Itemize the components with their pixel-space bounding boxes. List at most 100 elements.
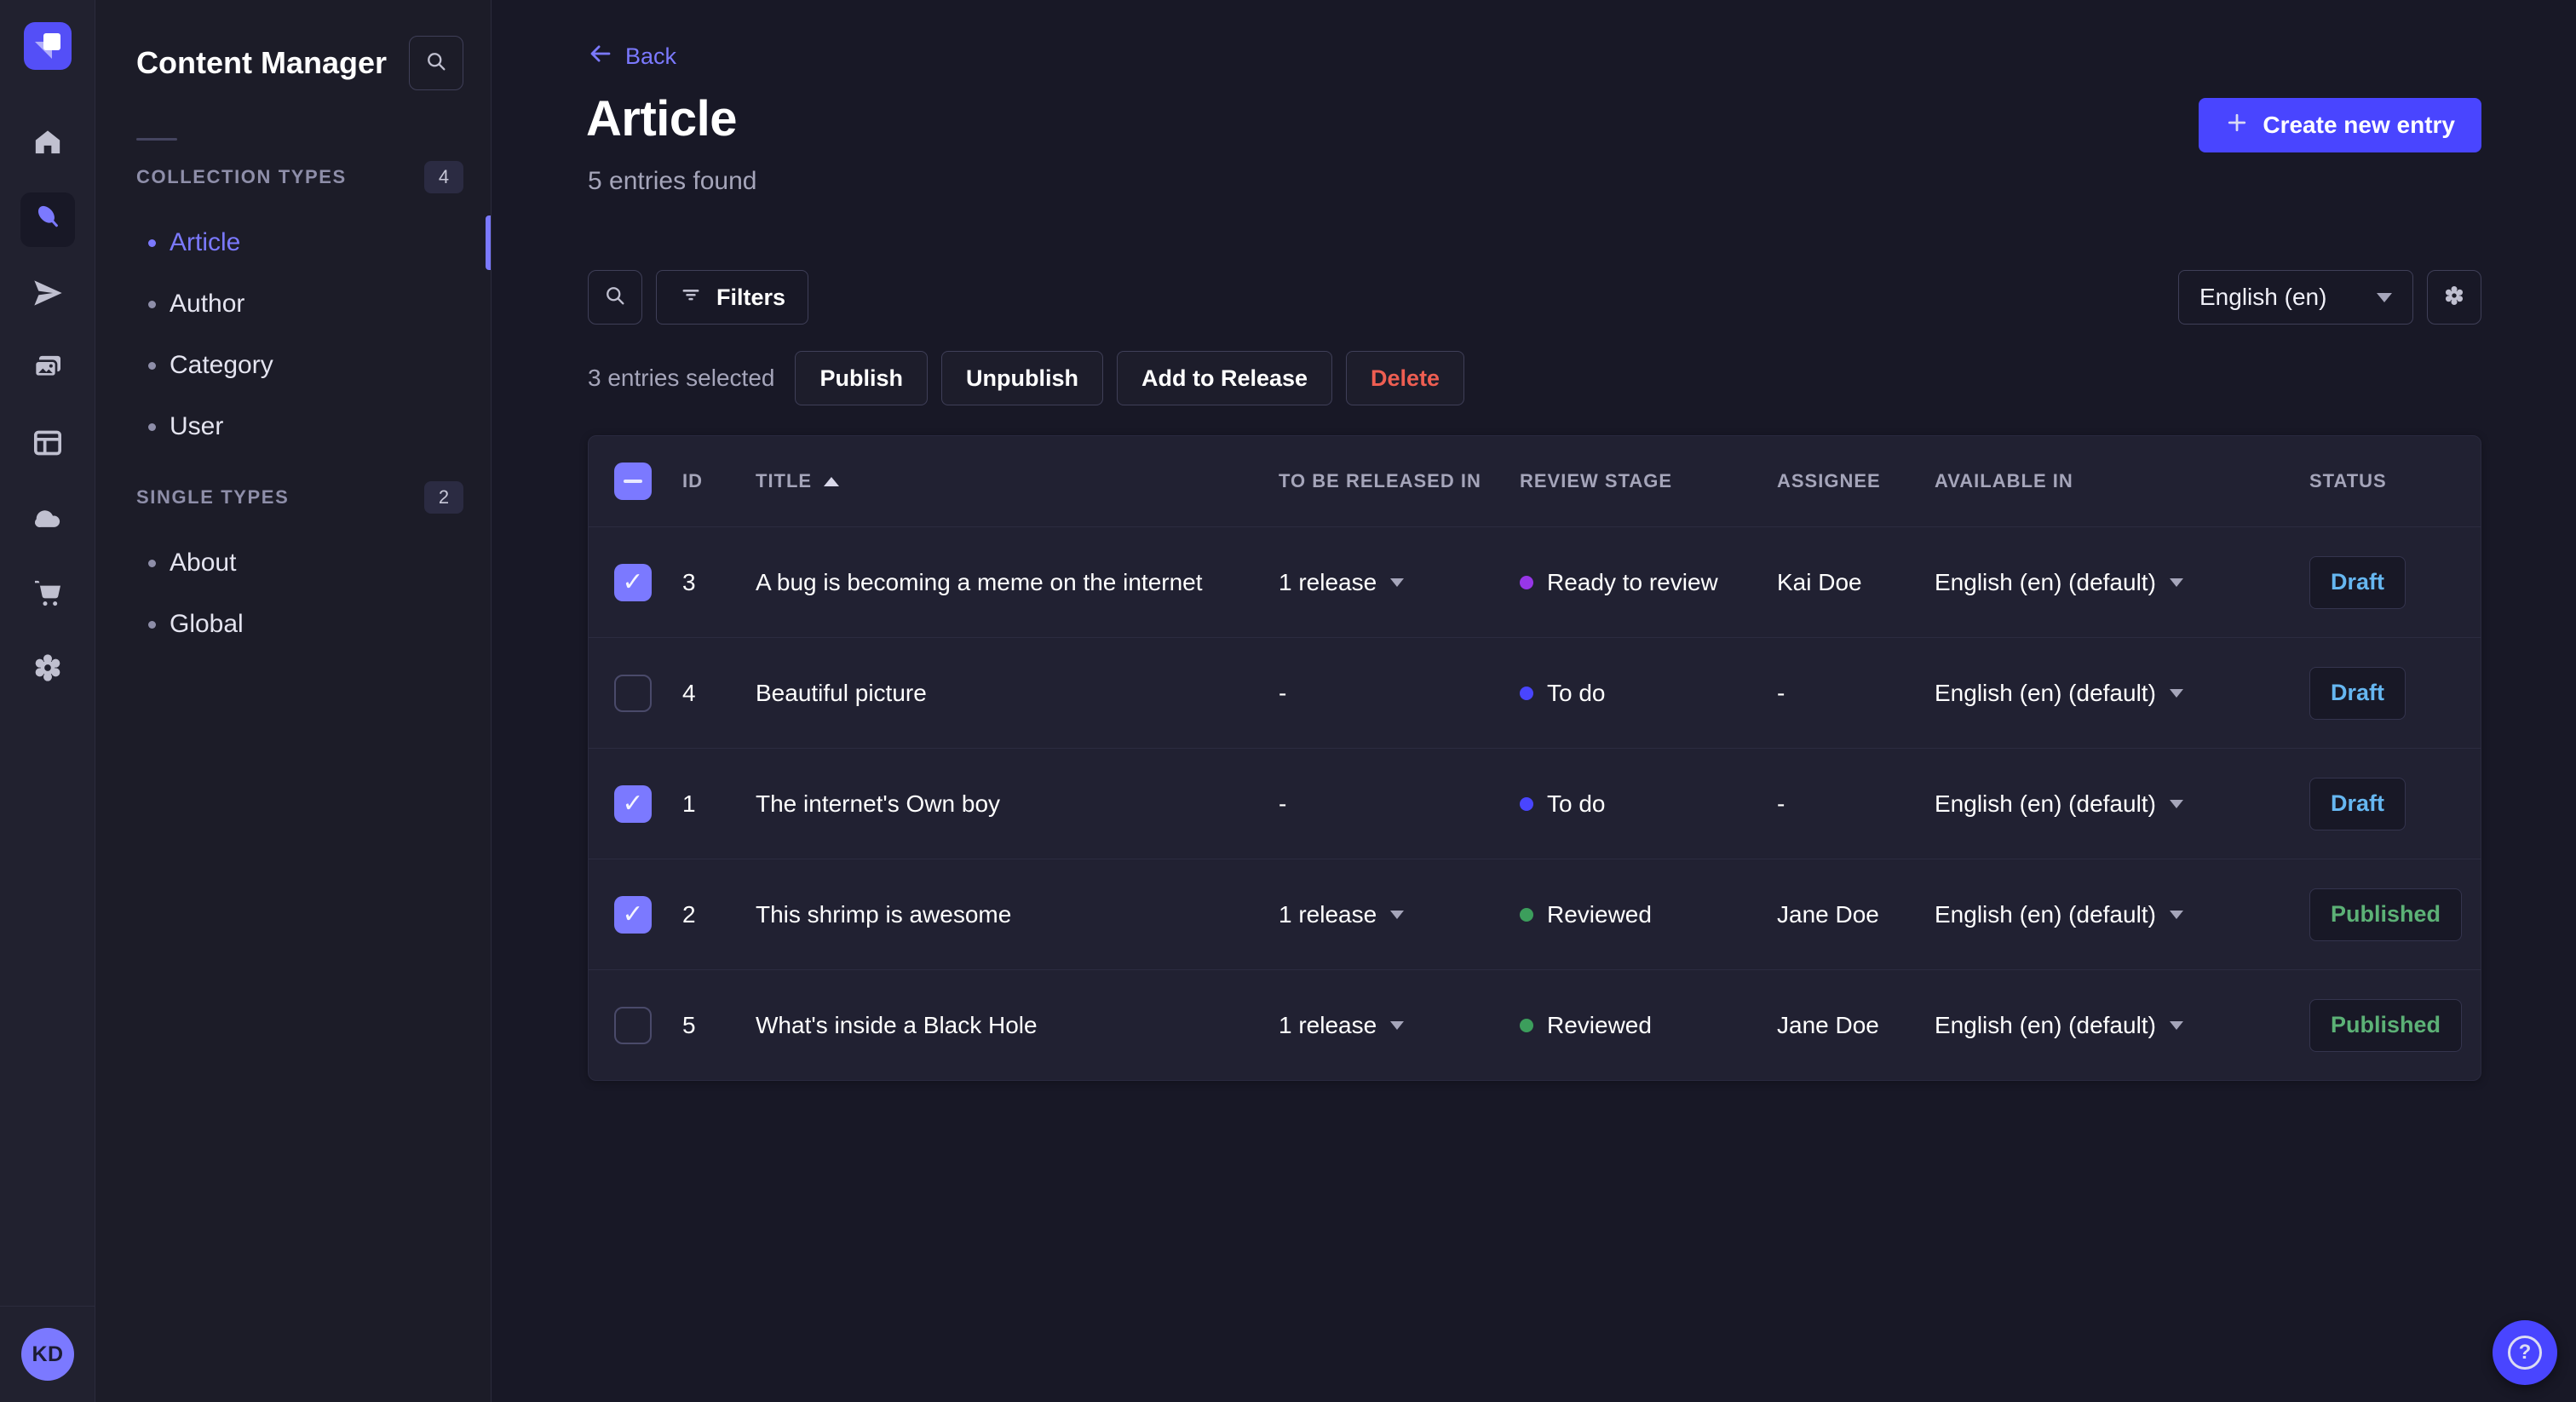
sidebar-item-media-library[interactable] [20, 342, 75, 397]
entries-count: 5 entries found [588, 167, 757, 195]
release-count-label: - [1279, 679, 1287, 706]
sidebar-item-settings[interactable] [20, 642, 75, 697]
nav-rail: KD [0, 0, 95, 1402]
status-badge: Published [2309, 998, 2463, 1052]
select-all-checkbox[interactable] [614, 463, 652, 500]
add-to-release-button[interactable]: Add to Release [1116, 351, 1333, 405]
column-header-title[interactable]: TITLE [756, 470, 1279, 492]
release-count-label: 1 release [1279, 568, 1377, 595]
available-in-label: English (en) (default) [1935, 900, 2156, 928]
cell-review-stage: Ready to review [1520, 569, 1777, 596]
row-checkbox[interactable] [614, 674, 652, 712]
stage-dot-icon [1520, 796, 1533, 811]
cell-status: Draft [2309, 666, 2481, 720]
main-content: Back Article 5 entries found Create new … [492, 0, 2576, 1402]
sidebar-item-deploy[interactable] [20, 492, 75, 547]
release-dropdown[interactable]: 1 release [1279, 1012, 1520, 1039]
table-row[interactable]: 3 A bug is becoming a meme on the intern… [589, 526, 2481, 637]
sidebar-item-content-manager[interactable] [20, 192, 75, 247]
sidebar-item-global[interactable]: Global [95, 594, 491, 655]
release-dropdown[interactable]: 1 release [1279, 901, 1520, 928]
column-header-status: STATUS [2309, 470, 2387, 491]
gear-icon [31, 651, 65, 689]
list-settings-button[interactable] [2427, 270, 2481, 325]
cell-title: A bug is becoming a meme on the internet [756, 568, 1203, 595]
sidebar-item-home[interactable] [20, 118, 75, 172]
strapi-logo[interactable] [24, 22, 72, 70]
selection-summary: 3 entries selected [588, 365, 775, 391]
table-row[interactable]: 4 Beautiful picture - To do - English (e… [589, 637, 2481, 748]
status-label: Published [2331, 1012, 2441, 1037]
sidebar-item-releases[interactable] [20, 267, 75, 322]
chevron-down-icon [2169, 688, 2183, 698]
filters-label: Filters [716, 284, 786, 310]
available-in-dropdown[interactable]: English (en) (default) [1935, 1012, 2309, 1039]
status-label: Draft [2331, 790, 2385, 816]
row-checkbox[interactable] [614, 563, 652, 601]
cell-assignee: - [1777, 790, 1785, 817]
collection-types-count-badge: 4 [424, 161, 463, 193]
release-count-label: - [1279, 790, 1287, 817]
locale-select[interactable]: English (en) [2178, 270, 2413, 325]
sidebar-item-article[interactable]: Article [95, 212, 491, 273]
active-indicator [486, 215, 491, 270]
stage-dot-icon [1520, 907, 1533, 922]
cell-status: Draft [2309, 555, 2481, 609]
cell-review-stage: Reviewed [1520, 1012, 1777, 1039]
release-dropdown[interactable]: - [1279, 790, 1520, 818]
status-label: Draft [2331, 680, 2385, 705]
sidebar-item-user[interactable]: User [95, 396, 491, 457]
available-in-dropdown[interactable]: English (en) (default) [1935, 569, 2309, 596]
row-checkbox[interactable] [614, 1006, 652, 1044]
back-label: Back [625, 43, 677, 69]
list-search-button[interactable] [588, 270, 642, 325]
column-header-id[interactable]: ID [682, 470, 756, 492]
user-avatar[interactable]: KD [21, 1328, 74, 1381]
table-row[interactable]: 5 What's inside a Black Hole 1 release R… [589, 969, 2481, 1080]
unpublish-button[interactable]: Unpublish [940, 351, 1103, 405]
section-label-collection-types: COLLECTION TYPES [136, 166, 347, 187]
release-dropdown[interactable]: - [1279, 680, 1520, 707]
available-in-dropdown[interactable]: English (en) (default) [1935, 680, 2309, 707]
status-label: Published [2331, 901, 2441, 927]
chevron-down-icon [1390, 577, 1405, 587]
sidebar-item-author[interactable]: Author [95, 273, 491, 335]
question-mark-icon: ? [2508, 1336, 2542, 1370]
help-button[interactable]: ? [2493, 1320, 2557, 1385]
arrow-left-icon [588, 41, 613, 72]
sidebar-item-about[interactable]: About [95, 532, 491, 594]
entries-table: ID TITLE TO BE RELEASED IN REVIEW STAGE … [588, 435, 2481, 1081]
sidebar-item-content-type-builder[interactable] [20, 417, 75, 472]
subnav-search-button[interactable] [409, 36, 463, 90]
logo-square-shape [43, 33, 60, 50]
sidebar-item-marketplace[interactable] [20, 567, 75, 622]
row-checkbox[interactable] [614, 895, 652, 934]
stage-label: Reviewed [1547, 900, 1652, 928]
back-link[interactable]: Back [588, 41, 676, 72]
status-badge: Draft [2309, 666, 2406, 720]
status-label: Draft [2331, 569, 2385, 595]
content-manager-subnav: Content Manager COLLECTION TYPES 4 Artic… [95, 0, 492, 1402]
release-dropdown[interactable]: 1 release [1279, 569, 1520, 596]
status-badge: Published [2309, 888, 2463, 941]
cart-icon [31, 576, 65, 614]
bullet-icon [148, 300, 156, 308]
search-icon [424, 49, 448, 78]
publish-button[interactable]: Publish [795, 351, 928, 405]
available-in-dropdown[interactable]: English (en) (default) [1935, 901, 2309, 928]
available-in-dropdown[interactable]: English (en) (default) [1935, 790, 2309, 818]
delete-button[interactable]: Delete [1346, 351, 1465, 405]
sidebar-item-category[interactable]: Category [95, 335, 491, 396]
create-new-entry-button[interactable]: Create new entry [2199, 98, 2481, 152]
table-row[interactable]: 2 This shrimp is awesome 1 release Revie… [589, 859, 2481, 969]
row-checkbox[interactable] [614, 784, 652, 823]
status-badge: Draft [2309, 777, 2406, 830]
stage-label: To do [1547, 790, 1606, 817]
cell-assignee: - [1777, 679, 1785, 706]
cell-review-stage: To do [1520, 790, 1777, 818]
chevron-down-icon [1390, 1020, 1405, 1030]
stage-label: To do [1547, 679, 1606, 706]
table-row[interactable]: 1 The internet's Own boy - To do - Engli… [589, 748, 2481, 859]
filters-button[interactable]: Filters [656, 270, 809, 325]
bullet-icon [148, 361, 156, 370]
